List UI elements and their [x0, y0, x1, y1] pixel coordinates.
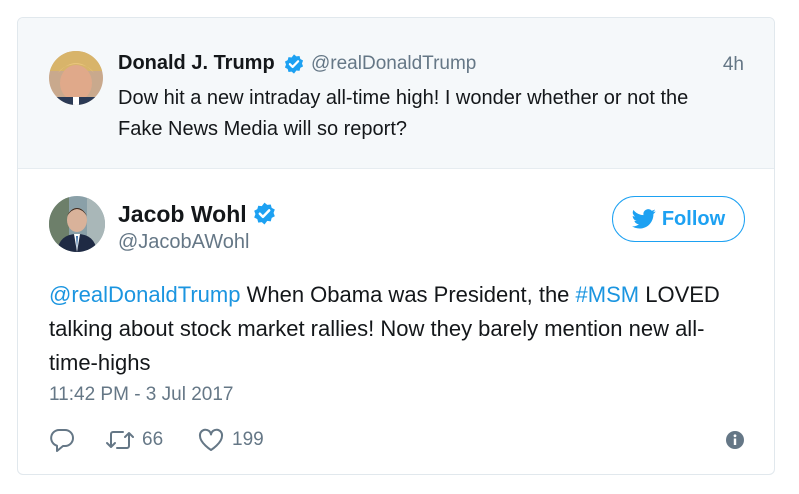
- twitter-bird-icon: [631, 209, 656, 229]
- like-button[interactable]: 199: [197, 426, 264, 454]
- tweet-text: @realDonaldTrump When Obama was Presiden…: [49, 278, 739, 380]
- tweet-time[interactable]: 4h: [723, 54, 744, 76]
- follow-label: Follow: [661, 207, 726, 230]
- avatar[interactable]: [49, 196, 105, 252]
- author-handle[interactable]: @realDonaldTrump: [311, 53, 476, 75]
- retweet-button[interactable]: 66: [105, 426, 163, 454]
- verified-badge-icon: [254, 202, 275, 225]
- tweet-text: Dow hit a new intraday all-time high! I …: [118, 87, 689, 140]
- tweet-card: Donald J. Trump @realDonaldTrump 4h Dow …: [17, 17, 775, 475]
- parent-tweet[interactable]: Donald J. Trump @realDonaldTrump 4h Dow …: [18, 18, 774, 169]
- hashtag-link[interactable]: #MSM: [576, 282, 640, 307]
- tweet-actions: 66 199: [49, 426, 749, 456]
- author-name[interactable]: Donald J. Trump: [118, 52, 275, 75]
- like-count: 199: [232, 429, 264, 450]
- retweet-count: 66: [142, 429, 164, 450]
- verified-badge-icon: [284, 54, 304, 74]
- follow-button[interactable]: Follow: [612, 196, 745, 242]
- reply-button[interactable]: [49, 426, 75, 454]
- reply-icon: [50, 429, 74, 452]
- retweet-icon: [106, 431, 134, 449]
- author-name[interactable]: Jacob Wohl: [118, 201, 247, 228]
- tweet-timestamp[interactable]: 11:42 PM - 3 Jul 2017: [49, 384, 233, 406]
- mention-link[interactable]: @realDonaldTrump: [49, 282, 240, 307]
- tweet-text-part: When Obama was President, the: [240, 282, 576, 307]
- avatar[interactable]: [49, 51, 103, 105]
- info-icon[interactable]: [725, 430, 745, 450]
- author-handle[interactable]: @JacobAWohl: [118, 231, 249, 254]
- heart-icon: [198, 428, 224, 451]
